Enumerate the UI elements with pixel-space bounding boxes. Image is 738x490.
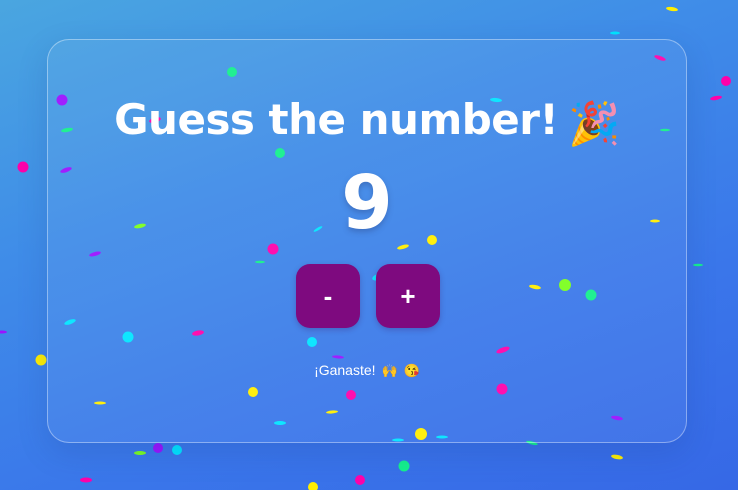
confetti-piece [355,475,365,485]
confetti-piece [611,454,623,460]
confetti-piece [398,460,410,472]
confetti-piece [693,263,703,267]
kissing-face-icon: 😘 [403,363,420,378]
raised-hands-icon: 🙌 [381,363,398,378]
confetti-piece [172,445,182,455]
page-title: Guess the number! 🎉 [48,95,686,149]
confetti-piece [710,95,722,101]
increment-button[interactable]: + [376,264,440,328]
confetti-piece [0,330,7,334]
status-text: ¡Ganaste! [314,362,376,378]
status-message: ¡Ganaste! 🙌 😘 [48,362,686,379]
confetti-piece [80,477,92,483]
confetti-piece [153,443,163,453]
decrement-button[interactable]: - [296,264,360,328]
confetti-piece [308,482,318,490]
game-card: Guess the number! 🎉 9 - + ¡Ganaste! 🙌 😘 [47,39,687,443]
title-text: Guess the number! [114,95,559,144]
confetti-piece [721,76,731,86]
confetti-piece [134,451,146,455]
counter-controls: - + [296,264,440,328]
confetti-piece [17,161,29,173]
party-popper-icon: 🎉 [568,99,620,148]
confetti-piece [666,6,678,12]
confetti-piece [610,31,620,35]
current-number: 9 [341,160,393,246]
confetti-piece [35,354,47,366]
